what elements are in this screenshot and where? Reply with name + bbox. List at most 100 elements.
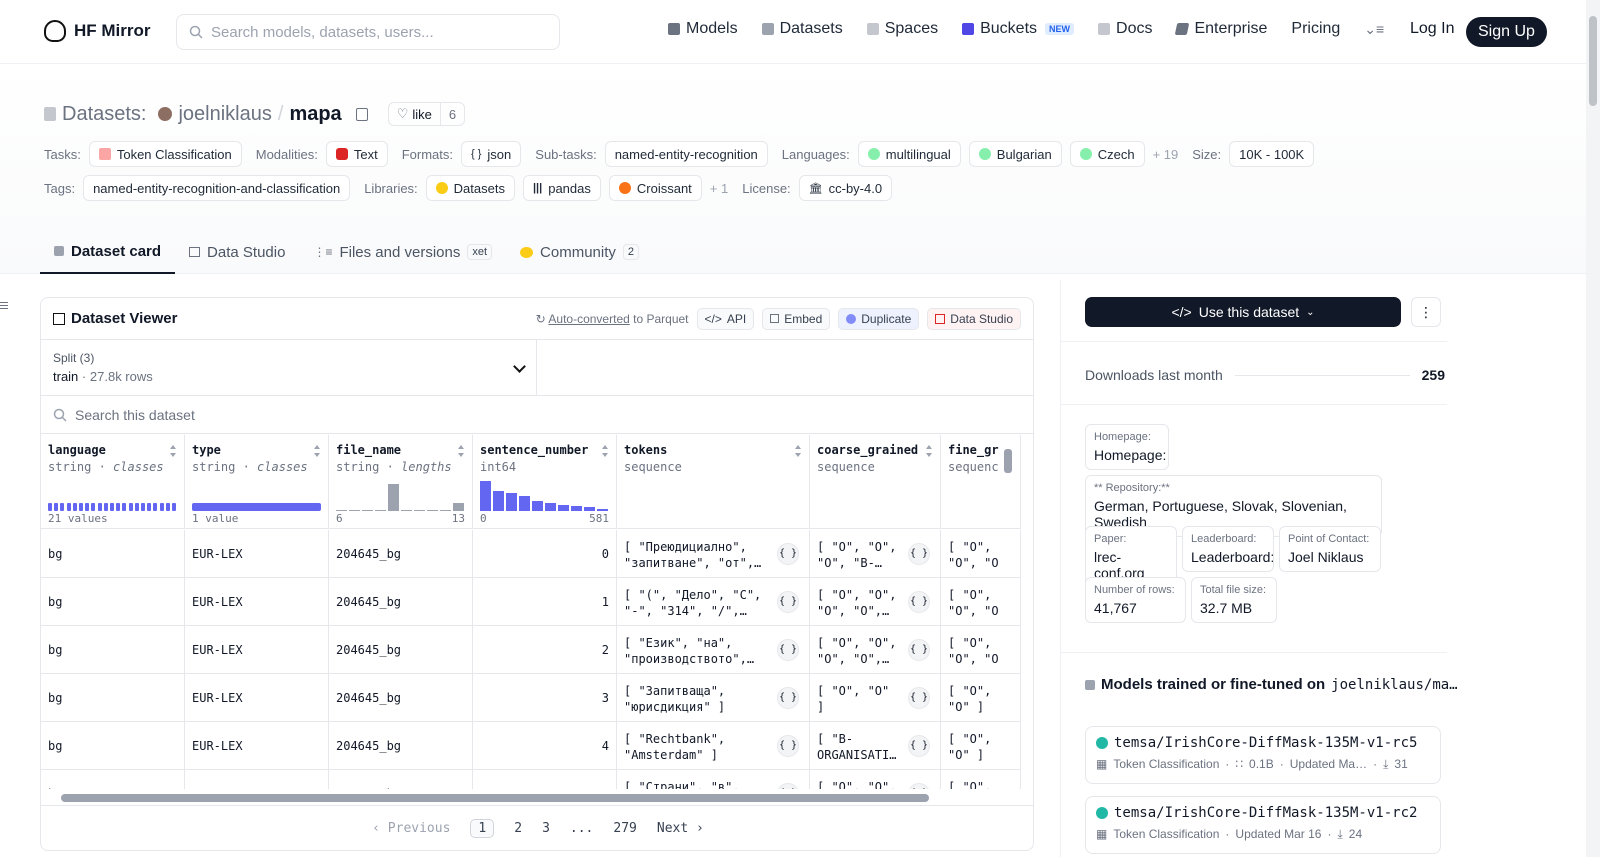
histogram-bar[interactable]	[545, 503, 556, 511]
languages-more[interactable]: + 19	[1153, 147, 1179, 162]
page-scrollbar-thumb[interactable]	[1589, 16, 1597, 106]
page-button[interactable]: 1	[470, 819, 495, 838]
table-hscroll-thumb[interactable]	[61, 794, 929, 802]
expand-json-icon[interactable]: { }	[777, 783, 799, 789]
histogram-bar[interactable]	[584, 506, 595, 511]
histogram-bar[interactable]	[480, 481, 491, 511]
histogram-bar[interactable]	[519, 496, 530, 511]
expand-json-icon[interactable]: { }	[777, 639, 799, 661]
api-button[interactable]: </> API	[696, 307, 755, 330]
sort-icon[interactable]	[926, 445, 933, 457]
homepage-box[interactable]: Homepage: Homepage:	[1085, 424, 1169, 470]
tab-dataset-card[interactable]: Dataset card	[40, 230, 176, 274]
size-chip[interactable]: 10K - 100K	[1229, 141, 1315, 167]
nav-enterprise[interactable]: Enterprise	[1175, 20, 1267, 38]
histogram-bar[interactable]	[414, 510, 425, 511]
global-search-input[interactable]	[211, 23, 531, 41]
histogram-bar[interactable]	[362, 510, 373, 511]
previous-page-button[interactable]: ‹ Previous	[372, 821, 450, 836]
subtask-chip[interactable]: named-entity-recognition	[604, 141, 768, 167]
histogram-bar[interactable]	[571, 505, 582, 511]
table-horizontal-scrollbar[interactable]	[45, 791, 1015, 805]
nav-pricing[interactable]: Pricing	[1291, 20, 1340, 38]
dataset-name[interactable]: mapa	[289, 103, 341, 126]
embed-button[interactable]: Embed	[762, 307, 831, 330]
histogram-bar[interactable]	[532, 500, 543, 511]
histogram-bar[interactable]	[349, 510, 360, 511]
histogram-bar[interactable]	[558, 505, 569, 511]
tag-chip[interactable]: named-entity-recognition-and-classificat…	[83, 175, 351, 201]
histogram-bar[interactable]	[336, 509, 347, 511]
expand-json-icon[interactable]: { }	[908, 591, 930, 613]
sort-icon[interactable]	[602, 445, 609, 457]
nav-docs[interactable]: Docs	[1098, 20, 1152, 38]
datasets-prefix[interactable]: Datasets:	[62, 103, 146, 126]
data-studio-button[interactable]: Data Studio	[927, 307, 1021, 330]
libraries-more[interactable]: + 1	[710, 181, 728, 196]
library-chip[interactable]: Datasets	[425, 175, 515, 201]
expand-json-icon[interactable]: { }	[908, 735, 930, 757]
expand-json-icon[interactable]: { }	[777, 543, 799, 565]
like-button[interactable]: ♡ like 6	[387, 102, 466, 126]
page-button[interactable]: 2	[514, 821, 522, 836]
histogram-bar[interactable]	[427, 510, 438, 511]
nav-more-menu[interactable]: ⌄≡	[1364, 21, 1384, 38]
copy-icon[interactable]	[355, 107, 368, 121]
side-menu-toggle-icon[interactable]	[0, 300, 10, 310]
nav-models[interactable]: Models	[668, 20, 738, 38]
duplicate-button[interactable]: Duplicate	[838, 307, 920, 330]
hf-mirror-logo[interactable]: HF Mirror	[44, 20, 151, 42]
library-chip[interactable]: Croissant	[608, 175, 702, 201]
expand-json-icon[interactable]: { }	[777, 735, 799, 757]
modality-chip[interactable]: Text	[325, 141, 388, 167]
sort-icon[interactable]	[795, 445, 802, 457]
nav-buckets[interactable]: Buckets NEW	[962, 20, 1075, 38]
dataset-search-input[interactable]	[75, 406, 575, 423]
histogram-bar[interactable]	[440, 509, 451, 511]
table-vscroll-thumb[interactable]	[1004, 449, 1012, 473]
sort-icon[interactable]	[458, 445, 465, 457]
column-header[interactable]: sentence_number int64 0 581	[473, 435, 617, 529]
leaderboard-box[interactable]: Leaderboard: Leaderboard:	[1182, 526, 1274, 572]
use-this-dataset-button[interactable]: </> Use this dataset ⌄	[1085, 297, 1401, 327]
expand-json-icon[interactable]: { }	[908, 543, 930, 565]
split-selector[interactable]: Split (3) train · 27.8k rows	[41, 340, 537, 395]
tab-community[interactable]: Community 2	[506, 230, 653, 274]
expand-json-icon[interactable]: { }	[908, 687, 930, 709]
next-page-button[interactable]: Next ›	[657, 821, 704, 836]
page-scrollbar[interactable]	[1586, 0, 1600, 857]
expand-json-icon[interactable]: { }	[908, 639, 930, 661]
model-card[interactable]: temsa/IrishCore-DiffMask-135M-v1-rc5 ▦ To…	[1085, 726, 1441, 784]
histogram-bar[interactable]	[493, 491, 504, 511]
page-button[interactable]: 3	[542, 821, 550, 836]
library-chip[interactable]: ||| pandas	[522, 175, 601, 201]
dataset-owner[interactable]: joelniklaus	[178, 103, 271, 126]
task-chip[interactable]: Token Classification	[88, 141, 242, 167]
table-vertical-scrollbar[interactable]	[1001, 435, 1015, 789]
histogram-bar[interactable]	[388, 484, 399, 511]
dataset-search[interactable]	[41, 396, 1033, 434]
global-search[interactable]	[176, 14, 560, 50]
contact-box[interactable]: Point of Contact: Joel Niklaus	[1279, 526, 1381, 572]
expand-json-icon[interactable]: { }	[908, 783, 930, 789]
login-link[interactable]: Log In	[1410, 20, 1454, 38]
histogram-bar[interactable]	[375, 510, 386, 511]
model-card[interactable]: temsa/IrishCore-DiffMask-135M-v1-rc2 ▦ To…	[1085, 796, 1441, 854]
language-chip[interactable]: multilingual	[857, 141, 961, 167]
column-header[interactable]: file_name string · lengths 6 13	[329, 435, 473, 529]
page-button[interactable]: 279	[613, 821, 636, 836]
histogram-bar[interactable]	[453, 502, 464, 511]
column-header[interactable]: coarse_grained sequence	[810, 435, 941, 529]
histogram-bar[interactable]	[401, 510, 412, 511]
column-header[interactable]: type string · classes 1 value	[185, 435, 329, 529]
histogram-bar[interactable]	[597, 508, 608, 511]
column-header[interactable]: tokens sequence	[617, 435, 810, 529]
tab-files-and-versions[interactable]: ⋮≡ Files and versions xet	[299, 230, 506, 274]
histogram-bar[interactable]	[506, 493, 517, 511]
auto-converted-link[interactable]: Auto-converted	[548, 312, 629, 326]
nav-datasets[interactable]: Datasets	[761, 20, 843, 38]
tab-data-studio[interactable]: Data Studio	[175, 230, 299, 274]
license-chip[interactable]: 🏛 cc-by-4.0	[798, 175, 893, 201]
sort-icon[interactable]	[170, 445, 177, 457]
format-chip[interactable]: { } json	[461, 141, 522, 167]
